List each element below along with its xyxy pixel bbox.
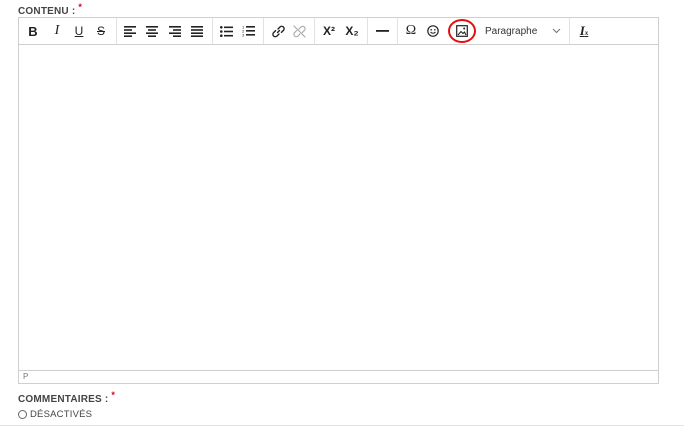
underline-button[interactable]: U xyxy=(71,22,87,40)
toolbar-separator xyxy=(212,18,213,44)
strikethrough-icon: S xyxy=(96,24,105,38)
align-justify-icon xyxy=(191,25,203,37)
content-label-text: CONTENU : xyxy=(18,6,76,17)
format-select-value: Paragraphe xyxy=(485,25,538,37)
underline-icon: U xyxy=(74,24,84,38)
special-character-button[interactable]: Ω xyxy=(403,22,419,40)
comments-field-label: COMMENTAIRES : * xyxy=(18,390,115,405)
unlink-button[interactable] xyxy=(291,22,307,40)
align-center-button[interactable] xyxy=(144,22,160,40)
emoji-button[interactable] xyxy=(425,22,441,40)
align-right-icon xyxy=(169,25,181,37)
paragraph-format-select[interactable]: Paragraphe xyxy=(481,22,567,40)
toolbar-separator xyxy=(116,18,117,44)
element-path[interactable]: P xyxy=(23,372,28,381)
bold-button[interactable]: B xyxy=(25,22,41,40)
editor-content-area[interactable] xyxy=(19,45,658,370)
editor-toolbar: B I U S 123 X² X₂ Ω Paragraphe Ix xyxy=(19,18,658,45)
link-icon xyxy=(271,25,285,37)
align-right-button[interactable] xyxy=(167,22,183,40)
horizontal-rule-button[interactable] xyxy=(374,22,390,40)
toolbar-separator xyxy=(314,18,315,44)
content-field-label: CONTENU : * xyxy=(18,2,82,17)
unlink-icon xyxy=(292,24,306,38)
divider xyxy=(0,425,684,426)
toolbar-separator xyxy=(397,18,398,44)
comments-option-label: DÉSACTIVÉS xyxy=(30,409,93,420)
clear-formatting-icon: Ix xyxy=(579,23,589,38)
toolbar-separator xyxy=(263,18,264,44)
emoji-icon xyxy=(427,25,439,37)
comments-option[interactable]: DÉSACTIVÉS xyxy=(18,409,92,420)
subscript-icon: X₂ xyxy=(345,24,359,38)
align-center-icon xyxy=(146,25,158,37)
align-left-button[interactable] xyxy=(122,22,138,40)
editor-statusbar: P xyxy=(19,370,658,383)
required-mark: * xyxy=(111,390,116,400)
subscript-button[interactable]: X₂ xyxy=(343,22,361,40)
align-left-icon xyxy=(124,25,136,37)
radio-button[interactable] xyxy=(18,410,27,419)
rich-text-editor: B I U S 123 X² X₂ Ω Paragraphe Ix P xyxy=(18,17,659,384)
toolbar-separator xyxy=(367,18,368,44)
bullet-list-icon xyxy=(219,25,233,37)
bold-icon: B xyxy=(28,23,38,39)
toolbar-separator xyxy=(569,18,570,44)
required-mark: * xyxy=(78,2,83,12)
italic-icon: I xyxy=(54,23,60,38)
align-justify-button[interactable] xyxy=(189,22,205,40)
clear-formatting-button[interactable]: Ix xyxy=(576,22,592,40)
bullet-list-button[interactable] xyxy=(218,22,234,40)
numbered-list-button[interactable]: 123 xyxy=(240,22,256,40)
omega-icon: Ω xyxy=(405,23,417,38)
image-icon xyxy=(456,25,468,37)
comments-label-text: COMMENTAIRES : xyxy=(18,394,109,405)
italic-button[interactable]: I xyxy=(49,22,65,40)
superscript-button[interactable]: X² xyxy=(320,22,338,40)
strikethrough-button[interactable]: S xyxy=(93,22,109,40)
horizontal-rule-icon xyxy=(375,30,389,32)
link-button[interactable] xyxy=(270,22,286,40)
insert-image-button[interactable] xyxy=(454,22,470,40)
svg-text:3: 3 xyxy=(242,33,245,38)
chevron-down-icon xyxy=(552,28,561,34)
numbered-list-icon: 123 xyxy=(242,25,255,37)
superscript-icon: X² xyxy=(323,24,335,38)
